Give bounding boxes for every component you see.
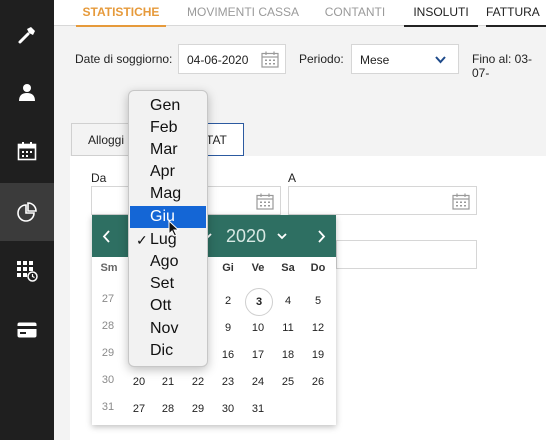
calendar-day[interactable]: 11 (273, 317, 303, 339)
calendar-day[interactable]: 22 (183, 371, 213, 393)
calendar-day[interactable]: 24 (243, 371, 273, 393)
to-label: A (288, 171, 297, 185)
sidebar-item-user[interactable] (0, 63, 54, 121)
calendar-day[interactable]: 26 (303, 371, 333, 393)
calendar-day[interactable]: 12 (303, 317, 333, 339)
month-option[interactable]: Ago (130, 251, 206, 273)
sidebar-item-calendar[interactable] (0, 122, 54, 180)
month-option[interactable]: Apr (130, 161, 206, 183)
month-option[interactable]: Gen (130, 95, 206, 117)
period-value: Mese (360, 53, 390, 67)
calendar-day[interactable]: 25 (273, 371, 303, 393)
calendar-day[interactable]: 18 (273, 344, 303, 366)
tab-fattura[interactable]: FATTURA (486, 0, 546, 27)
calendar-day[interactable]: 10 (243, 317, 273, 339)
sidebar-item-planning[interactable] (0, 242, 54, 300)
credit-card-icon (17, 322, 37, 338)
tab-statistiche[interactable]: STATISTICHE (76, 0, 166, 27)
calendar-grid-icon (17, 261, 38, 282)
month-option[interactable]: Set (130, 273, 206, 295)
calendar-day[interactable]: 5 (303, 290, 333, 312)
mouse-cursor-icon (168, 220, 180, 237)
month-option[interactable]: Mag (130, 183, 206, 205)
calendar-day[interactable]: 28 (153, 398, 183, 420)
tab-movimenti-cassa[interactable]: MOVIMENTI CASSA (180, 0, 306, 25)
calendar-day[interactable]: 16 (213, 344, 243, 366)
calendar-day[interactable]: 31 (243, 398, 273, 420)
year-chevron-icon[interactable] (277, 233, 287, 240)
calendar-day[interactable]: 30 (213, 398, 243, 420)
calendar-day[interactable]: 20 (124, 371, 154, 393)
chevron-down-icon (435, 56, 446, 64)
calendar-day[interactable]: 17 (243, 344, 273, 366)
calendar-icon (17, 142, 37, 161)
tab-insoluti[interactable]: INSOLUTI (404, 0, 478, 27)
sidebar-item-statistics[interactable] (0, 183, 54, 241)
calendar-day[interactable]: 23 (213, 371, 243, 393)
calendar-day[interactable]: 2 (213, 290, 243, 312)
chevron-left-icon[interactable] (102, 230, 111, 243)
extra-field[interactable] (336, 240, 477, 269)
month-option[interactable]: Mar (130, 139, 206, 161)
to-date-input[interactable] (288, 186, 477, 215)
sidebar-item-tools[interactable] (0, 6, 54, 64)
month-option[interactable]: Nov (130, 318, 206, 340)
stay-date-label: Date di soggiorno: (75, 52, 173, 66)
tab-bar: STATISTICHE MOVIMENTI CASSA CONTANTI INS… (54, 0, 546, 27)
calendar-day[interactable]: 21 (153, 371, 183, 393)
tab-contanti[interactable]: CONTANTI (316, 0, 394, 25)
calendar-icon[interactable] (452, 193, 470, 210)
week-number: 30 (101, 374, 115, 386)
calendar-day-today[interactable]: 3 (245, 288, 273, 316)
calendar-day[interactable]: 9 (213, 317, 243, 339)
calendar-day[interactable]: 4 (273, 290, 303, 312)
calendar-day[interactable]: 29 (183, 398, 213, 420)
week-number: 28 (101, 320, 115, 332)
weekday-header-fri: Ve (251, 262, 265, 274)
weekday-header-sat: Sa (281, 262, 295, 274)
sidebar-item-payments[interactable] (0, 301, 54, 359)
stay-date-value: 04-06-2020 (187, 53, 249, 67)
month-option[interactable]: Ott (130, 295, 206, 317)
year-label[interactable]: 2020 (226, 226, 266, 247)
month-option[interactable]: Dic (130, 340, 206, 362)
week-number: 27 (101, 293, 115, 305)
chevron-right-icon[interactable] (317, 230, 326, 243)
checkmark-icon: ✓ (136, 232, 148, 248)
stay-date-input[interactable]: 04-06-2020 (178, 44, 286, 74)
tools-icon (18, 27, 35, 44)
calendar-icon[interactable] (261, 51, 279, 68)
calendar-day[interactable]: 27 (124, 398, 154, 420)
week-number: 29 (101, 347, 115, 359)
weekday-header-thu: Gi (222, 262, 234, 274)
period-label: Periodo: (299, 52, 344, 66)
pie-chart-icon (17, 202, 37, 222)
calendar-day[interactable]: 19 (303, 344, 333, 366)
calendar-icon[interactable] (256, 193, 274, 210)
user-icon (19, 84, 35, 101)
until-label: Fino al: 03-07- (472, 52, 533, 80)
weekday-header-week: Sm (100, 262, 118, 274)
period-select[interactable]: Mese (351, 44, 459, 74)
from-label: Da (91, 171, 107, 185)
weekday-header-sun: Do (310, 262, 326, 274)
sidebar (0, 0, 54, 440)
week-number: 31 (101, 401, 115, 413)
month-option[interactable]: Feb (130, 117, 206, 139)
